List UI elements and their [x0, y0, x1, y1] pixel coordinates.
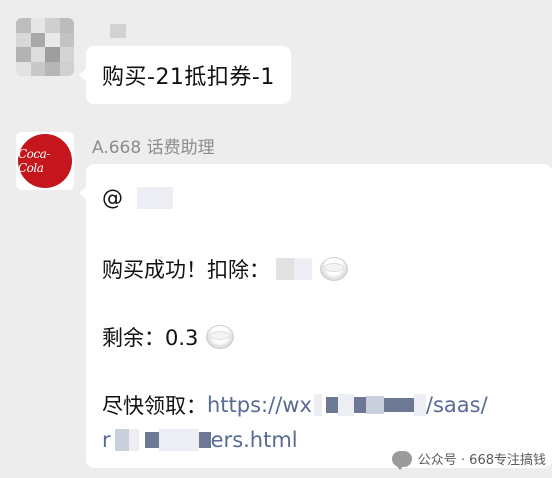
avatar-logo-text: Coca-Cola [18, 147, 50, 175]
claim-link[interactable]: https://wx [207, 393, 312, 417]
redacted-link [337, 394, 354, 416]
link-text: ers.html [210, 428, 298, 452]
message-bubble[interactable]: 购买-21抵扣券-1 [79, 46, 291, 104]
redacted-link [325, 397, 338, 413]
rice-bowl-icon [206, 325, 235, 349]
claim-link[interactable]: ers.html [211, 428, 298, 452]
redacted-name [110, 24, 126, 38]
redacted-username [137, 187, 173, 209]
watermark-text: 公众号 · 668专注搞钱 [417, 453, 546, 468]
claim-line: 尽快领取： https://wx /saas/ [102, 390, 488, 420]
claim-link[interactable]: /saas/ [426, 393, 488, 417]
sender-name: A.668 话费助理 [92, 138, 215, 158]
chat-window: 购买-21抵扣券-1 Coca-Cola A.668 话费助理 @ 购买成功！扣… [0, 0, 552, 478]
redacted-amount [276, 258, 294, 280]
link-text: /saas/ [425, 393, 488, 417]
redacted-link [383, 398, 414, 412]
redacted-link [128, 429, 139, 451]
link-text: https://wx [207, 393, 312, 417]
claim-link[interactable]: r [102, 428, 111, 452]
redacted-amount [294, 258, 312, 280]
rice-bowl-icon [320, 257, 348, 281]
mention-symbol: @ [102, 186, 123, 210]
claim-label: 尽快领取： [102, 394, 207, 418]
redacted-link [114, 429, 129, 451]
user-avatar[interactable] [16, 18, 74, 76]
redacted-link [158, 429, 199, 451]
wechat-official-account-icon [391, 450, 412, 470]
redacted-link [198, 432, 211, 448]
bot-avatar[interactable]: Coca-Cola [16, 132, 74, 190]
mention-line: @ [102, 186, 173, 210]
link-text: r [102, 428, 111, 452]
balance-line: 剩余：0.3 [102, 322, 235, 352]
success-label: 购买成功！扣除： [102, 258, 270, 282]
balance-label: 剩余：0.3 [102, 326, 199, 350]
coca-cola-logo-icon: Coca-Cola [18, 134, 72, 188]
redacted-link [313, 394, 322, 416]
claim-link-line-2: r ers.html [102, 428, 298, 452]
redacted-link [413, 394, 426, 416]
message-text: 购买-21抵扣券-1 [102, 65, 275, 90]
success-line: 购买成功！扣除： [102, 254, 348, 284]
redacted-link [365, 396, 384, 414]
watermark: 公众号 · 668专注搞钱 [391, 449, 546, 470]
redacted-link [144, 432, 159, 448]
redacted-link [353, 397, 366, 413]
message-bubble[interactable]: @ 购买成功！扣除： 剩余：0.3 尽快领取： https://wx /saas… [79, 164, 552, 468]
